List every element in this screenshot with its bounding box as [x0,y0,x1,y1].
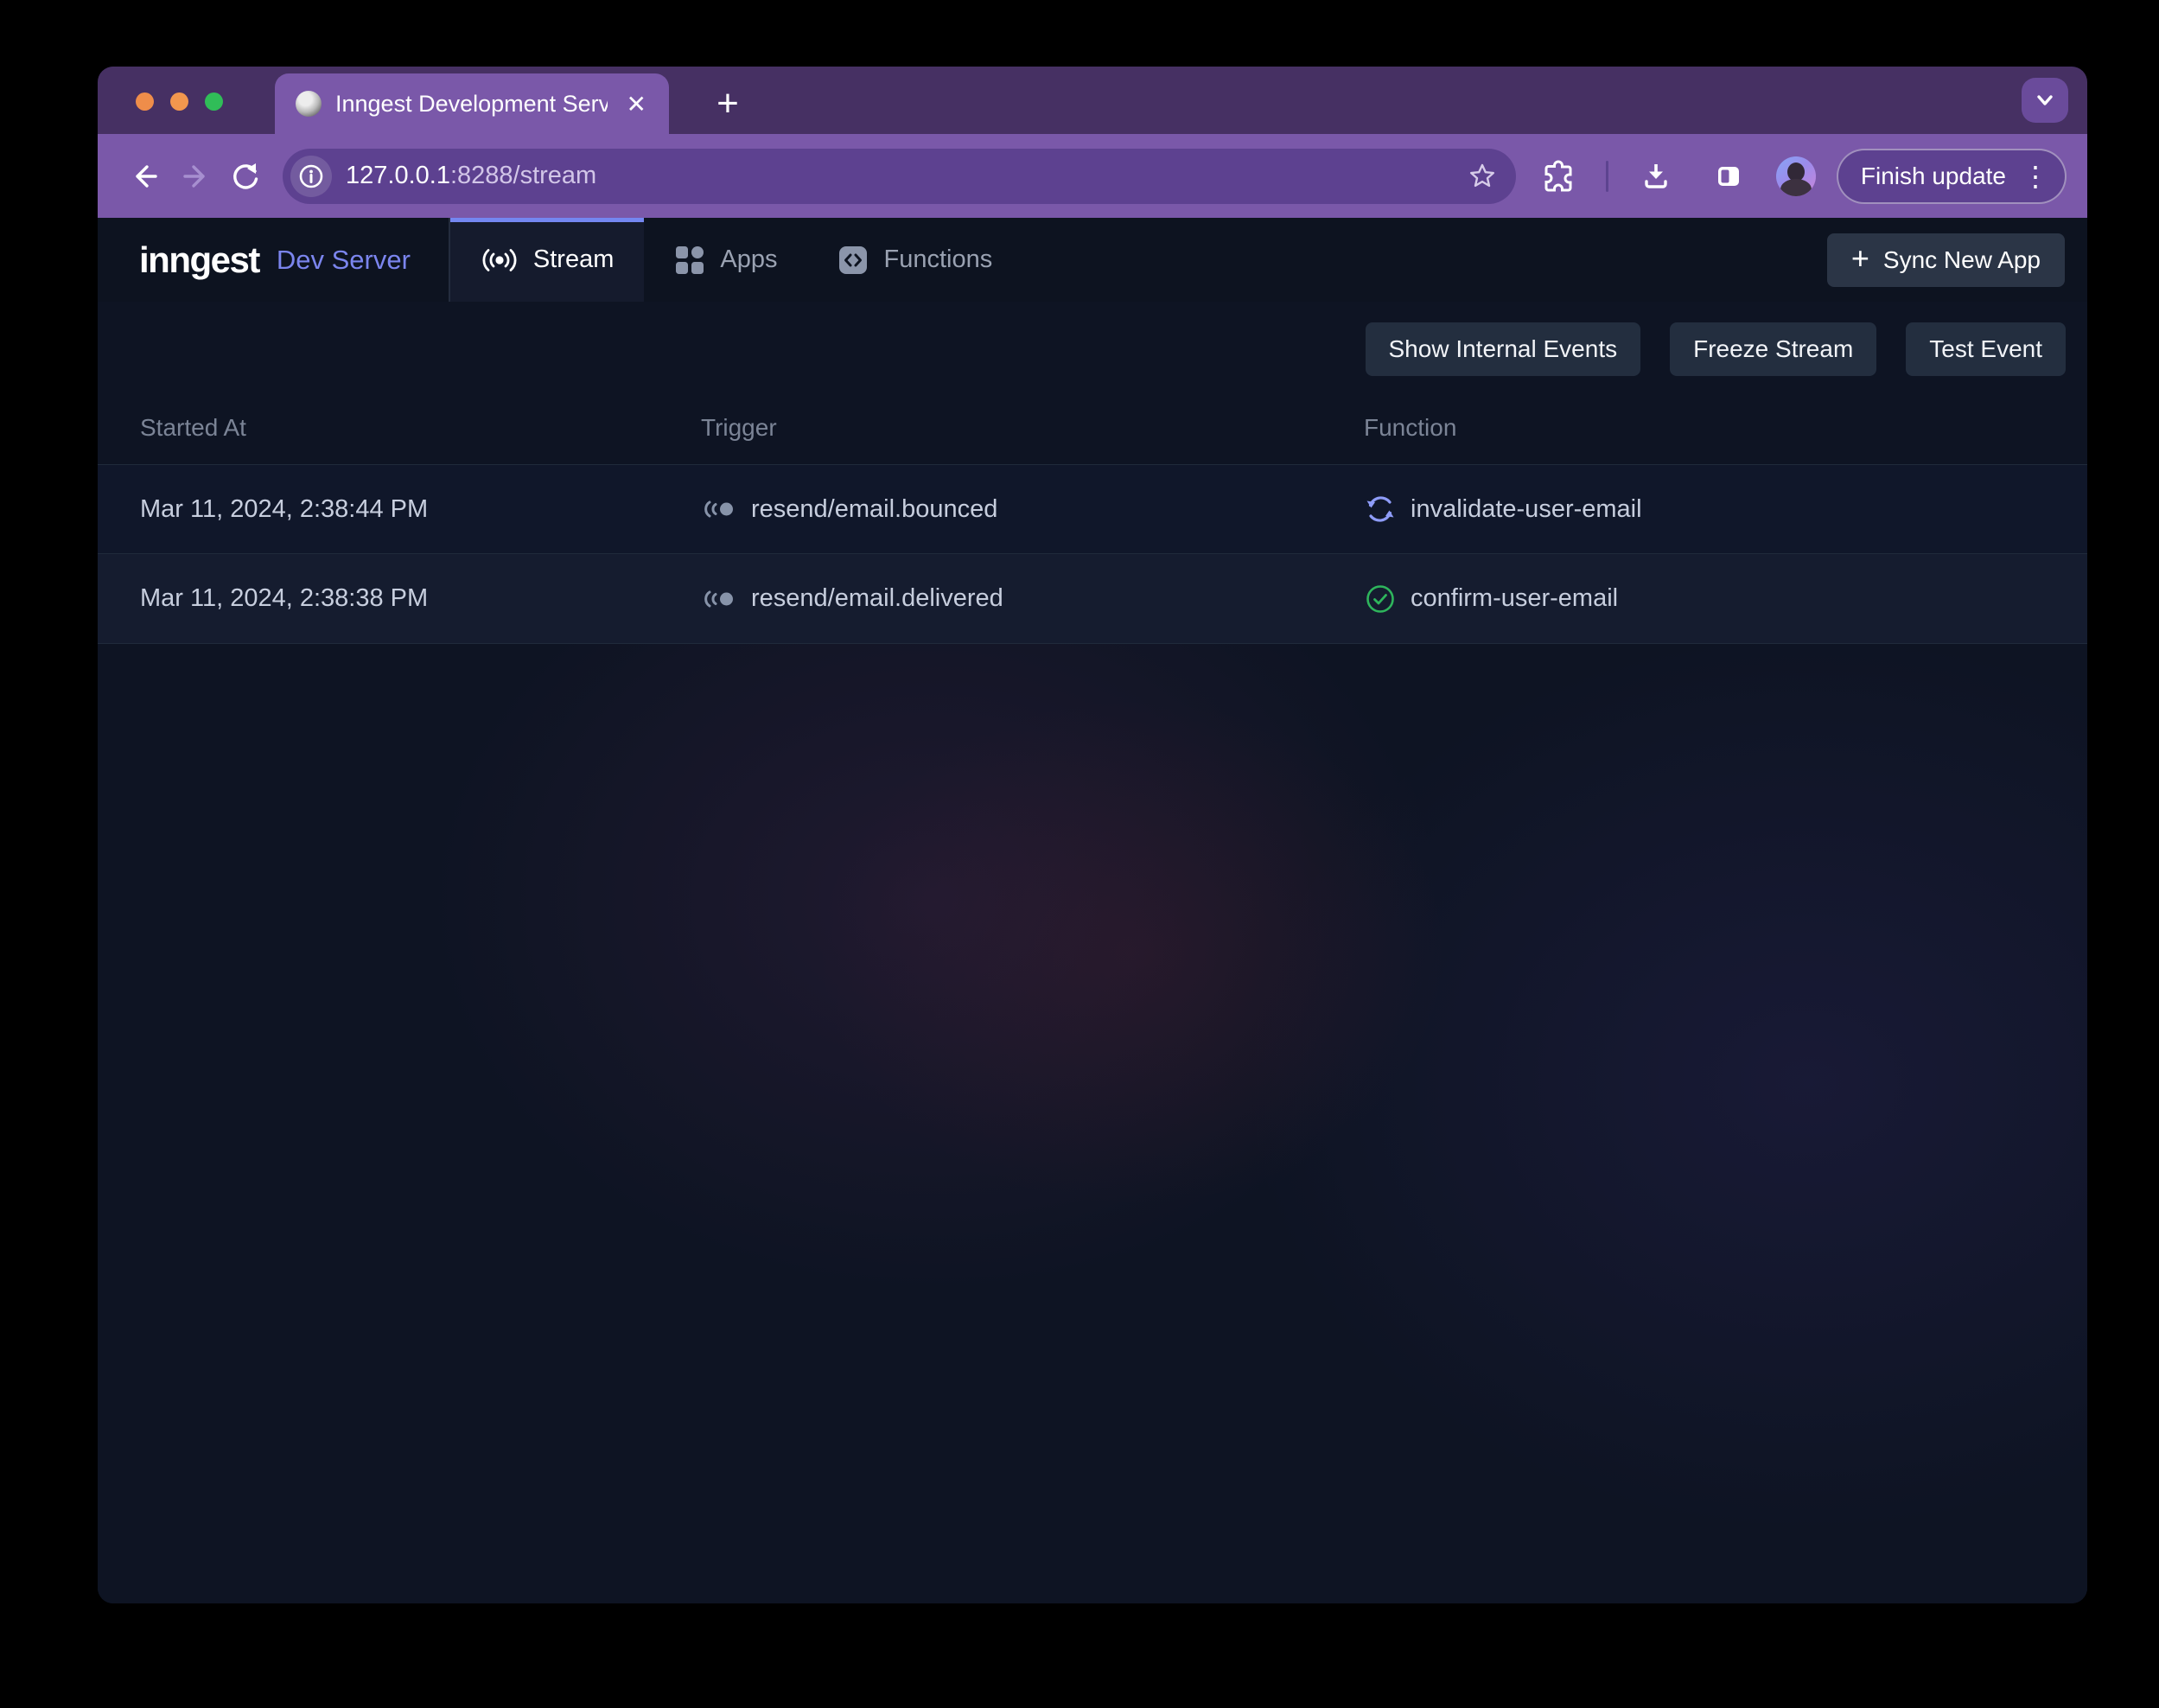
browser-tab-strip: Inngest Development Server ✕ + [98,67,2087,134]
functions-icon [837,245,869,276]
finish-update-label: Finish update [1861,163,2006,190]
trigger-value: resend/email.bounced [751,495,997,524]
column-trigger: Trigger [659,414,1322,442]
maximize-window-button[interactable] [205,92,223,111]
url-path: :8288/stream [450,162,596,189]
forward-button[interactable] [170,151,220,201]
info-icon [297,163,325,190]
started-at-value: Mar 11, 2024, 2:38:44 PM [98,495,659,524]
column-function: Function [1322,414,2087,442]
toolbar-divider [1606,161,1608,192]
browser-tab[interactable]: Inngest Development Server ✕ [275,73,669,134]
stream-icon [481,245,519,275]
plus-icon: + [1851,243,1869,274]
browser-toolbar: 127.0.0.1:8288/stream [98,134,2087,218]
stream-page: Show Internal Events Freeze Stream Test … [98,302,2087,1603]
tab-apps[interactable]: Apps [644,218,807,302]
freeze-stream-button[interactable]: Freeze Stream [1670,322,1876,376]
sync-new-app-label: Sync New App [1883,246,2041,274]
tab-apps-label: Apps [720,245,777,274]
tab-functions-label: Functions [883,245,992,274]
tab-stream[interactable]: Stream [450,218,644,302]
trigger-value: resend/email.delivered [751,584,1003,613]
table-header: Started At Trigger Function [98,414,2087,464]
window-controls [136,92,223,111]
new-tab-button[interactable]: + [703,79,753,129]
star-icon [1467,161,1498,192]
stream-table: Started At Trigger Function Mar 11, 2024… [98,414,2087,644]
back-button[interactable] [120,151,170,201]
column-started-at: Started At [98,414,659,442]
tab-title: Inngest Development Server [335,91,608,118]
tab-functions[interactable]: Functions [807,218,1022,302]
tab-stream-label: Stream [533,245,614,274]
site-info-button[interactable] [290,156,332,197]
side-panel-button[interactable] [1704,151,1754,201]
finish-update-button[interactable]: Finish update ⋮ [1837,149,2067,204]
inngest-logo: inngest [139,239,259,281]
tab-favicon-icon [296,91,322,117]
app-header: inngest Dev Server Stream [98,218,2087,302]
started-at-value: Mar 11, 2024, 2:38:38 PM [98,584,659,613]
function-value: confirm-user-email [1411,584,1618,613]
bookmark-button[interactable] [1462,156,1502,196]
forward-arrow-icon [179,160,212,193]
side-panel-icon [1712,160,1745,193]
running-icon [1364,493,1397,526]
extensions-button[interactable] [1533,151,1583,201]
browser-menu-icon[interactable]: ⋮ [2022,160,2049,193]
tab-close-icon[interactable]: ✕ [621,90,652,118]
back-arrow-icon [129,160,162,193]
table-row[interactable]: Mar 11, 2024, 2:38:38 PM resend/email.de… [98,554,2087,644]
toolbar-actions [1533,151,1816,201]
tab-search-button[interactable] [2022,78,2068,123]
url-text[interactable]: 127.0.0.1:8288/stream [346,162,1449,190]
reload-icon [229,160,262,193]
event-trigger-icon [701,498,737,520]
close-window-button[interactable] [136,92,154,111]
show-internal-events-button[interactable]: Show Internal Events [1366,322,1641,376]
download-icon [1640,160,1672,193]
address-bar[interactable]: 127.0.0.1:8288/stream [283,149,1516,204]
brand: inngest Dev Server [98,218,449,302]
stream-actions: Show Internal Events Freeze Stream Test … [98,302,2087,376]
sync-new-app-button[interactable]: + Sync New App [1827,233,2065,287]
apps-icon [674,245,705,276]
inngest-app: inngest Dev Server Stream [98,218,2087,1603]
reload-button[interactable] [220,151,271,201]
downloads-button[interactable] [1631,151,1681,201]
event-trigger-icon [701,588,737,610]
function-value: invalidate-user-email [1411,495,1642,524]
dev-server-label: Dev Server [277,245,411,276]
test-event-button[interactable]: Test Event [1906,322,2066,376]
success-icon [1364,583,1397,615]
app-nav: Stream Apps [450,218,1022,302]
profile-avatar[interactable] [1776,156,1816,196]
chevron-down-icon [2032,87,2058,113]
puzzle-icon [1542,160,1575,193]
minimize-window-button[interactable] [170,92,188,111]
url-host: 127.0.0.1 [346,162,450,189]
browser-window: Inngest Development Server ✕ + [98,67,2087,1603]
table-row[interactable]: Mar 11, 2024, 2:38:44 PM resend/email.bo… [98,464,2087,554]
